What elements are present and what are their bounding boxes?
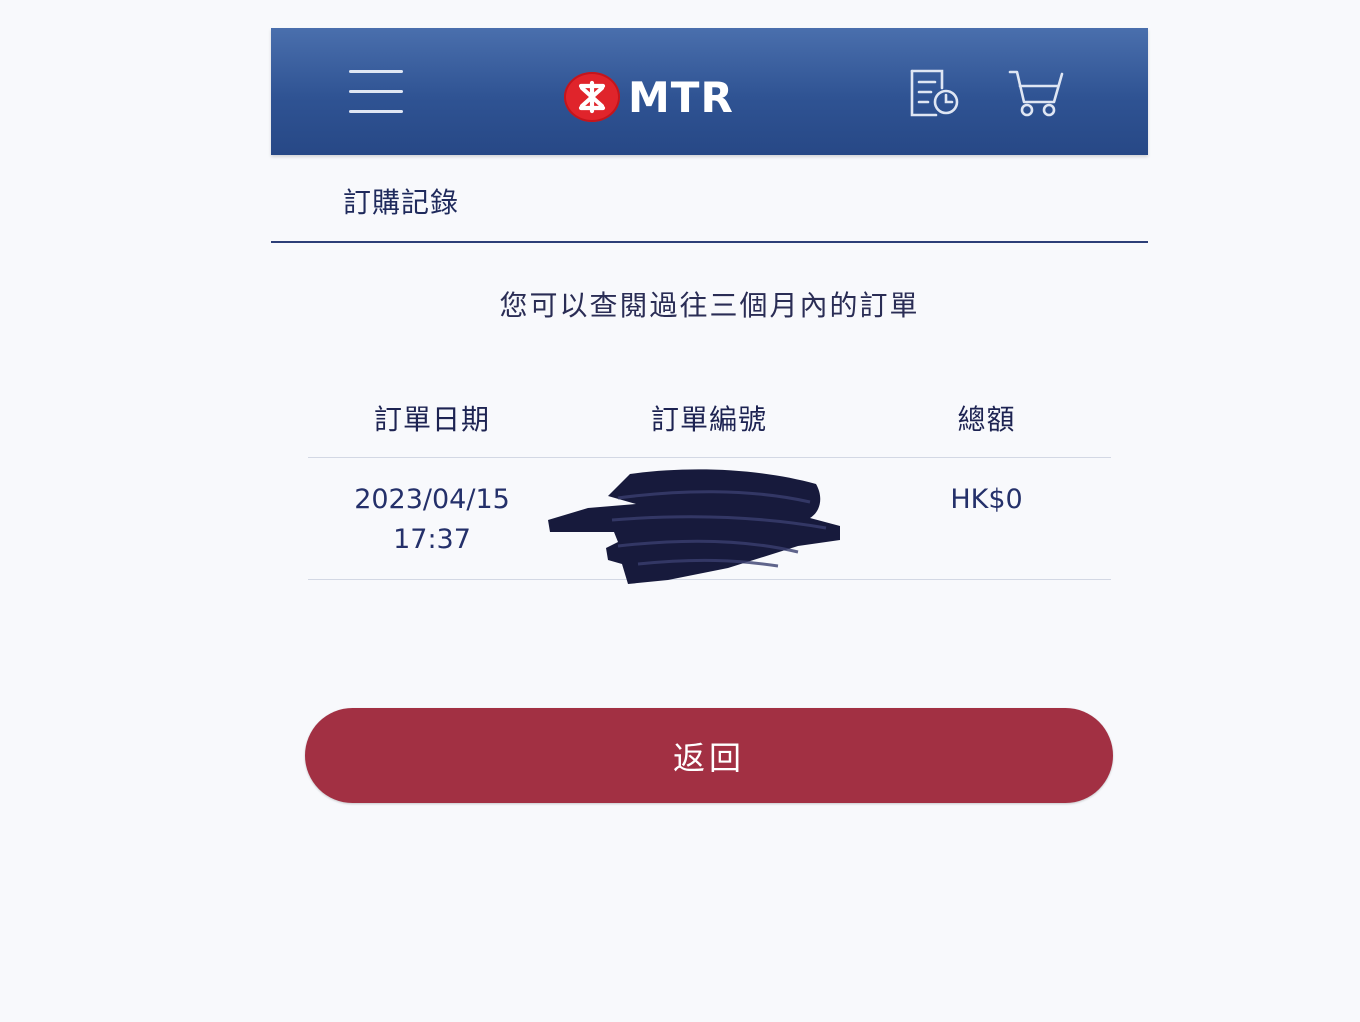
mtr-logo[interactable]: MTR xyxy=(564,70,734,124)
redaction-scribble xyxy=(548,469,840,584)
order-date-cell: 2023/04/15 17:37 xyxy=(308,458,556,579)
table-header: 訂單日期 訂單編號 總額 xyxy=(308,380,1111,458)
column-header-order-date: 訂單日期 xyxy=(373,403,490,436)
page-title: 訂購記錄 xyxy=(343,186,460,219)
page: MTR 訂購記錄 您可以查閱過往三個月內的訂單 訂單日期 訂單編號 總額 202… xyxy=(0,0,1360,1022)
order-history-icon[interactable] xyxy=(908,68,962,124)
back-button[interactable]: 返回 xyxy=(305,708,1113,803)
section-header: 訂購記錄 xyxy=(271,155,1148,243)
top-nav-bar: MTR xyxy=(271,28,1148,155)
orders-table: 訂單日期 訂單編號 總額 2023/04/15 17:37 HK$0 xyxy=(308,380,1111,584)
column-header-total: 總額 xyxy=(957,403,1016,436)
table-row[interactable]: 2023/04/15 17:37 HK$0 xyxy=(308,458,1111,584)
brand-name: MTR xyxy=(628,72,734,122)
order-date: 2023/04/15 xyxy=(354,484,510,515)
shopping-cart-icon[interactable] xyxy=(1008,68,1066,122)
history-notice: 您可以查閱過往三個月內的訂單 xyxy=(499,289,920,322)
order-time: 17:37 xyxy=(393,524,471,555)
hamburger-menu-icon[interactable] xyxy=(349,70,405,114)
column-header-order-number: 訂單編號 xyxy=(650,403,767,436)
mtr-logo-mark xyxy=(564,72,620,122)
order-total: HK$0 xyxy=(950,484,1023,515)
